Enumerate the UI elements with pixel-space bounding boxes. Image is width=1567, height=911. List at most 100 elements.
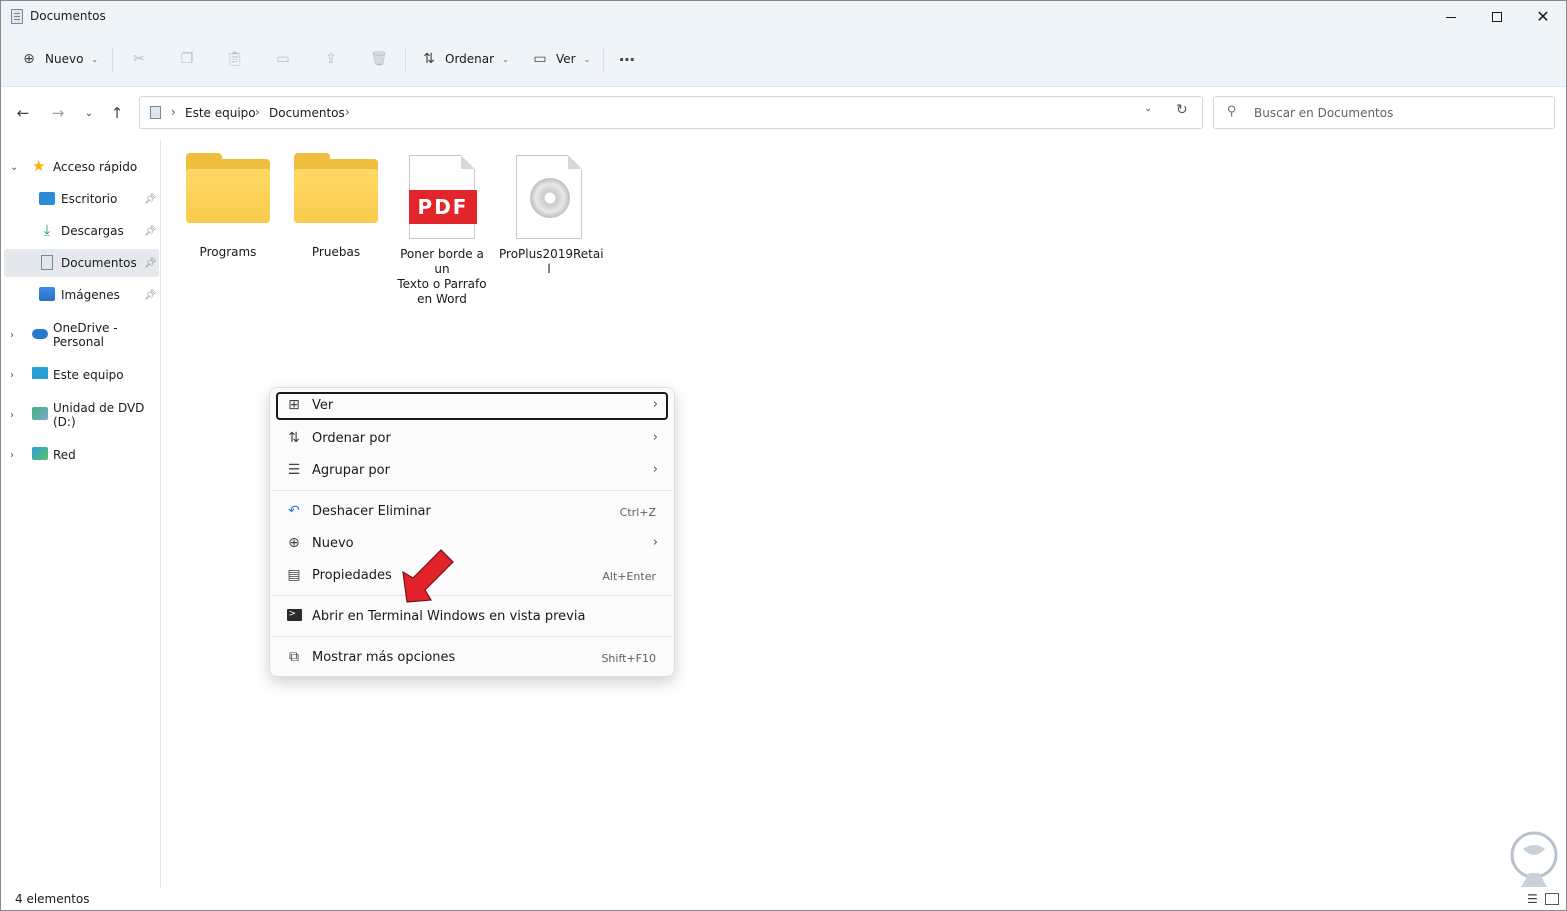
documents-icon bbox=[11, 9, 23, 24]
documents-icon bbox=[41, 255, 53, 270]
delete-button[interactable]: 🗑︎ bbox=[370, 43, 388, 75]
sort-button-label: Ordenar bbox=[445, 52, 495, 66]
sidebar-item-label: Imágenes bbox=[61, 288, 120, 302]
refresh-icon[interactable]: ↻ bbox=[1176, 102, 1188, 118]
sidebar-item-label: Descargas bbox=[61, 224, 124, 238]
undo-icon: ↶ bbox=[288, 503, 300, 519]
new-button-label: Nuevo bbox=[45, 52, 84, 66]
address-history-dropdown[interactable]: ⌄ bbox=[1144, 103, 1152, 114]
maximize-icon bbox=[1492, 12, 1502, 22]
cloud-icon bbox=[32, 329, 48, 339]
sidebar-item-pictures[interactable]: Imágenes 📌︎ bbox=[4, 281, 159, 309]
file-name: ProPlus2019Retai l bbox=[499, 247, 604, 276]
folder-icon bbox=[186, 151, 270, 223]
forward-button[interactable]: → bbox=[47, 103, 69, 123]
up-button[interactable]: ↑ bbox=[106, 103, 128, 123]
sort-button[interactable]: ⇅ Ordenar ⌄ bbox=[421, 43, 509, 75]
chevron-down-icon: ⌄ bbox=[502, 54, 509, 64]
pin-icon[interactable]: 📌︎ bbox=[144, 258, 157, 269]
file-name: Programs bbox=[199, 245, 257, 259]
chevron-right-icon: › bbox=[10, 329, 14, 341]
pin-icon[interactable]: 📌︎ bbox=[144, 290, 157, 301]
pin-icon[interactable]: 📌︎ bbox=[144, 194, 157, 205]
sidebar-item-this-pc[interactable]: › Este equipo bbox=[4, 361, 159, 389]
menu-item-label: Deshacer Eliminar bbox=[312, 504, 431, 519]
sidebar-item-network[interactable]: › Red bbox=[4, 441, 159, 469]
disc-image-icon bbox=[516, 155, 582, 239]
sidebar-item-desktop[interactable]: Escritorio 📌︎ bbox=[4, 185, 159, 213]
menu-item-label: Abrir en Terminal Windows en vista previ… bbox=[312, 609, 586, 624]
search-box[interactable]: ⚲ Buscar en Documentos bbox=[1213, 96, 1555, 129]
group-icon: ☰ bbox=[287, 462, 301, 478]
properties-icon: ▤ bbox=[287, 567, 301, 583]
file-item-folder[interactable]: Pruebas bbox=[286, 151, 386, 260]
file-item-disc-image[interactable]: ProPlus2019Retai l bbox=[499, 151, 604, 277]
menu-item-view[interactable]: ⊞ Ver › bbox=[276, 392, 668, 420]
up-arrow-icon: ↑ bbox=[110, 104, 124, 122]
recent-locations-button[interactable]: ⌄ bbox=[78, 103, 100, 123]
paste-button[interactable]: 📋︎ bbox=[226, 43, 244, 75]
menu-item-label: Agrupar por bbox=[312, 463, 390, 478]
close-button[interactable]: ✕ bbox=[1520, 1, 1566, 33]
menu-item-undo-delete[interactable]: ↶ Deshacer Eliminar Ctrl+Z bbox=[276, 498, 668, 526]
back-button[interactable]: ← bbox=[12, 103, 34, 123]
pin-icon[interactable]: 📌︎ bbox=[144, 226, 157, 237]
sidebar-item-quick-access[interactable]: ⌄ ★ Acceso rápido bbox=[4, 153, 159, 181]
documents-icon bbox=[150, 106, 161, 119]
menu-item-label: Mostrar más opciones bbox=[312, 650, 456, 665]
copy-icon: ❐ bbox=[180, 51, 194, 67]
menu-item-new[interactable]: ⊕ Nuevo › bbox=[276, 530, 668, 558]
pictures-icon bbox=[39, 287, 55, 301]
menu-item-open-terminal[interactable]: Abrir en Terminal Windows en vista previ… bbox=[276, 603, 668, 631]
view-button[interactable]: ▭ Ver ⌄ bbox=[532, 43, 590, 75]
menu-divider bbox=[272, 490, 672, 491]
chevron-right-icon: › bbox=[10, 369, 14, 381]
copy-button[interactable]: ❐ bbox=[179, 43, 195, 75]
menu-item-group-by[interactable]: ☰ Agrupar por › bbox=[276, 457, 668, 485]
more-button[interactable]: ⋯ bbox=[619, 43, 635, 75]
window-title: Documentos bbox=[30, 9, 106, 23]
maximize-button[interactable] bbox=[1474, 1, 1520, 33]
new-button[interactable]: ⊕ Nuevo ⌄ bbox=[21, 43, 98, 75]
sidebar-item-downloads[interactable]: ⤓ Descargas 📌︎ bbox=[4, 217, 159, 245]
star-icon: ★ bbox=[32, 157, 46, 175]
sidebar-item-onedrive[interactable]: › OneDrive - Personal bbox=[4, 321, 159, 349]
delete-icon: 🗑︎ bbox=[370, 51, 388, 67]
folder-icon bbox=[294, 151, 378, 223]
menu-item-show-more-options[interactable]: ⧉ Mostrar más opciones Shift+F10 bbox=[276, 644, 668, 672]
minimize-button[interactable] bbox=[1428, 1, 1474, 33]
chevron-right-icon: › bbox=[10, 409, 14, 421]
forward-arrow-icon: → bbox=[51, 104, 65, 122]
chevron-right-icon: › bbox=[255, 105, 260, 119]
rename-icon: ▭ bbox=[276, 51, 290, 67]
menu-divider bbox=[272, 595, 672, 596]
address-bar[interactable]: › Este equipo › Documentos › ⌄ ↻ bbox=[139, 96, 1203, 129]
cut-icon: ✂ bbox=[133, 51, 145, 67]
view-icon: ▭ bbox=[533, 51, 547, 67]
terminal-icon bbox=[286, 606, 302, 624]
sidebar-item-label: Unidad de DVD (D:) bbox=[53, 401, 145, 429]
rename-button[interactable]: ▭ bbox=[275, 43, 291, 75]
shortcut-label: Ctrl+Z bbox=[619, 506, 656, 519]
share-button[interactable]: ⇪ bbox=[323, 43, 339, 75]
menu-item-properties[interactable]: ▤ Propiedades Alt+Enter bbox=[276, 562, 668, 590]
breadcrumb-item[interactable]: Este equipo bbox=[185, 106, 256, 120]
shortcut-label: Shift+F10 bbox=[601, 652, 656, 665]
menu-divider bbox=[272, 636, 672, 637]
file-item-pdf[interactable]: PDF Poner borde a un Texto o Parrafo en … bbox=[391, 151, 493, 307]
file-name: Pruebas bbox=[311, 245, 361, 259]
close-icon: ✕ bbox=[1536, 7, 1550, 26]
menu-item-label: Ordenar por bbox=[312, 431, 391, 446]
sidebar-item-dvd-drive[interactable]: › Unidad de DVD (D:) bbox=[4, 401, 159, 429]
sidebar-item-documents[interactable]: Documentos 📌︎ bbox=[4, 249, 159, 277]
breadcrumb-item[interactable]: Documentos bbox=[269, 106, 345, 120]
chevron-right-icon: › bbox=[652, 430, 658, 445]
cut-button[interactable]: ✂ bbox=[131, 43, 147, 75]
file-item-folder[interactable]: Programs bbox=[178, 151, 278, 260]
tiles-view-toggle-icon[interactable] bbox=[1545, 893, 1559, 905]
menu-item-sort-by[interactable]: ⇅ Ordenar por › bbox=[276, 425, 668, 453]
logo-watermark bbox=[1510, 831, 1558, 887]
view-button-label: Ver bbox=[556, 52, 576, 66]
details-view-toggle-icon[interactable]: ☰ bbox=[1527, 893, 1541, 905]
sidebar-item-label: Documentos bbox=[61, 256, 137, 270]
